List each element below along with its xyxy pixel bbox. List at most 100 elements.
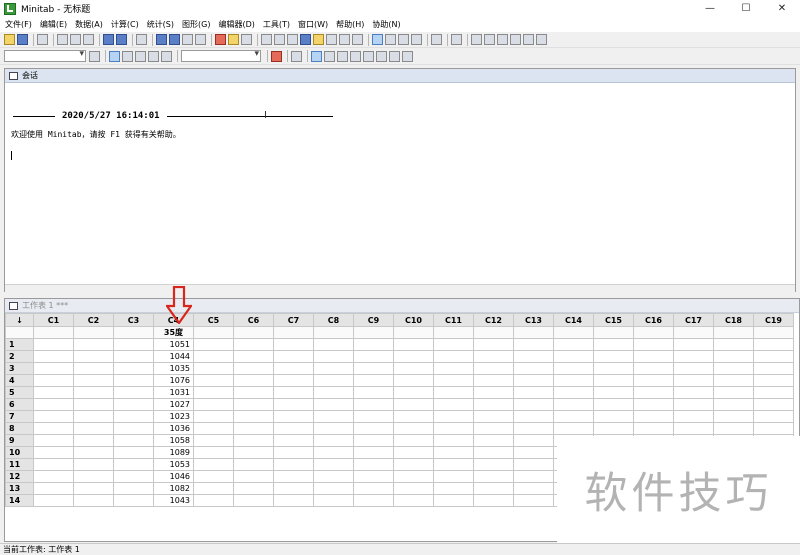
insert-cell-icon[interactable]: [497, 34, 508, 45]
menu-window[interactable]: 窗口(W): [298, 19, 328, 30]
text-tool-icon[interactable]: [324, 50, 335, 62]
column-header-c8[interactable]: C8: [313, 313, 354, 327]
data-cell[interactable]: [193, 434, 234, 447]
data-cell[interactable]: [553, 386, 594, 399]
data-cell[interactable]: [593, 350, 634, 363]
column-name-cell[interactable]: [553, 326, 594, 339]
data-cell[interactable]: [633, 386, 674, 399]
data-cell[interactable]: [73, 362, 114, 375]
data-cell[interactable]: [73, 386, 114, 399]
data-cell[interactable]: [73, 482, 114, 495]
data-cell[interactable]: [273, 398, 314, 411]
column-name-cell[interactable]: [273, 326, 314, 339]
data-cell[interactable]: [33, 374, 74, 387]
insert-column-icon[interactable]: [484, 34, 495, 45]
data-cell[interactable]: [273, 350, 314, 363]
data-cell[interactable]: [353, 386, 394, 399]
column-name-cell[interactable]: [433, 326, 474, 339]
row-number[interactable]: 5: [5, 386, 34, 399]
data-cell[interactable]: [393, 446, 434, 459]
data-cell[interactable]: [753, 374, 794, 387]
help-icon[interactable]: [228, 34, 239, 45]
column-header-c5[interactable]: C5: [193, 313, 234, 327]
data-cell[interactable]: [233, 410, 274, 423]
data-cell[interactable]: [193, 350, 234, 363]
data-cell[interactable]: 1044: [153, 350, 194, 363]
data-cell[interactable]: [193, 362, 234, 375]
data-cell[interactable]: [513, 470, 554, 483]
data-cell[interactable]: [73, 410, 114, 423]
data-cell[interactable]: [113, 470, 154, 483]
menu-graph[interactable]: 图形(G): [182, 19, 210, 30]
data-cell[interactable]: [193, 386, 234, 399]
data-cell[interactable]: [473, 386, 514, 399]
data-cell[interactable]: [273, 338, 314, 351]
element-properties-icon[interactable]: [89, 50, 100, 62]
data-cell[interactable]: [113, 362, 154, 375]
data-cell[interactable]: [393, 410, 434, 423]
column-name-cell[interactable]: [233, 326, 274, 339]
data-cell[interactable]: [393, 386, 434, 399]
data-cell[interactable]: [313, 374, 354, 387]
data-cell[interactable]: [393, 458, 434, 471]
data-cell[interactable]: [353, 458, 394, 471]
cut-icon[interactable]: [57, 34, 68, 45]
data-cell[interactable]: [593, 398, 634, 411]
data-cell[interactable]: [233, 458, 274, 471]
polygon-tool-icon[interactable]: [376, 50, 387, 62]
report-pad-icon[interactable]: [326, 34, 337, 45]
move-up-icon[interactable]: [156, 34, 167, 45]
data-cell[interactable]: [553, 338, 594, 351]
data-cell[interactable]: [353, 494, 394, 507]
data-entry-direction-arrow[interactable]: ↓: [5, 313, 34, 327]
data-cell[interactable]: [313, 398, 354, 411]
row-number[interactable]: 8: [5, 422, 34, 435]
row-number[interactable]: 1: [5, 338, 34, 351]
data-cell[interactable]: [33, 434, 74, 447]
data-cell[interactable]: [33, 470, 74, 483]
data-cell[interactable]: 1036: [153, 422, 194, 435]
maximize-button[interactable]: ☐: [728, 0, 764, 17]
data-cell[interactable]: [73, 458, 114, 471]
row-number[interactable]: 10: [5, 446, 34, 459]
data-cell[interactable]: [593, 386, 634, 399]
data-cell[interactable]: [113, 482, 154, 495]
undo-icon[interactable]: [103, 34, 114, 45]
data-cell[interactable]: [273, 434, 314, 447]
row-number[interactable]: 7: [5, 410, 34, 423]
session-output[interactable]: 2020/5/27 16:14:01 I 欢迎使用 Minitab，请按 F1 …: [5, 83, 795, 292]
data-cell[interactable]: [73, 434, 114, 447]
data-cell[interactable]: [513, 422, 554, 435]
data-cell[interactable]: [473, 362, 514, 375]
history-icon[interactable]: [313, 34, 324, 45]
data-cell[interactable]: [73, 350, 114, 363]
data-cell[interactable]: [433, 338, 474, 351]
row-number[interactable]: 13: [5, 482, 34, 495]
data-cell[interactable]: [513, 338, 554, 351]
data-cell[interactable]: [273, 446, 314, 459]
data-cell[interactable]: 1043: [153, 494, 194, 507]
clear-cells-icon[interactable]: [523, 34, 534, 45]
data-cell[interactable]: [433, 422, 474, 435]
data-cell[interactable]: 1053: [153, 458, 194, 471]
data-cell[interactable]: [313, 494, 354, 507]
data-cell[interactable]: [513, 398, 554, 411]
row-number[interactable]: 4: [5, 374, 34, 387]
open-project-icon[interactable]: [4, 34, 15, 45]
rectangle-tool-icon[interactable]: [337, 50, 348, 62]
data-cell[interactable]: [233, 482, 274, 495]
data-cell[interactable]: [273, 494, 314, 507]
data-cell[interactable]: [473, 446, 514, 459]
data-cell[interactable]: [433, 410, 474, 423]
menu-editor[interactable]: 编辑器(D): [218, 19, 254, 30]
data-cell[interactable]: [393, 374, 434, 387]
data-cell[interactable]: [273, 482, 314, 495]
row-number[interactable]: 12: [5, 470, 34, 483]
data-cell[interactable]: 1076: [153, 374, 194, 387]
data-cell[interactable]: [193, 398, 234, 411]
manage-windows-icon[interactable]: [431, 34, 442, 45]
data-cell[interactable]: [673, 362, 714, 375]
data-cell[interactable]: [553, 362, 594, 375]
brush-icon[interactable]: [148, 50, 159, 62]
data-cell[interactable]: [593, 338, 634, 351]
